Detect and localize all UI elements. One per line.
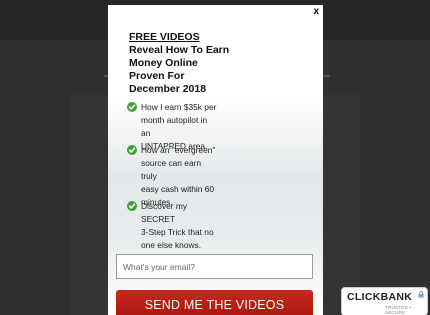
check-icon — [127, 201, 137, 211]
headline-line: Proven For — [129, 70, 185, 82]
headline-line: Reveal How To Earn — [129, 44, 230, 56]
check-icon — [127, 102, 137, 112]
badge-brand: CLICKBANK — [347, 291, 413, 303]
benefit-line: 3-Step Trick that no — [141, 227, 214, 237]
benefit-line: month autopilot in an — [141, 115, 208, 138]
benefit-item: Discover my SECRET 3-Step Trick that no … — [127, 200, 218, 252]
send-videos-button[interactable]: SEND ME THE VIDEOS — [116, 290, 313, 315]
benefit-line: How I earn $35k per — [141, 102, 217, 112]
headline-highlight: FREE VIDEOS — [129, 31, 200, 43]
benefit-line: Discover my SECRET — [141, 201, 188, 224]
lock-icon — [418, 291, 424, 298]
benefit-line: easy cash within 60 — [141, 184, 215, 194]
benefit-line: source can earn truly — [141, 158, 202, 181]
badge-tagline: TRUSTED • SECURE — [385, 305, 412, 315]
clickbank-badge[interactable]: CLICKBANK TRUSTED • SECURE — [342, 288, 427, 315]
headline-line: December 2018 — [129, 83, 207, 95]
close-icon[interactable]: x — [313, 6, 319, 17]
benefit-line: one else knows. — [141, 240, 202, 250]
email-field[interactable] — [116, 254, 313, 279]
optin-modal: x FREE VIDEOS Reveal How To Earn Money O… — [108, 5, 323, 315]
headline: FREE VIDEOS Reveal How To Earn Money Onl… — [129, 31, 319, 96]
benefit-line: How an "evergreen" — [141, 145, 216, 155]
check-icon — [127, 145, 137, 155]
headline-line: Money Online — [129, 57, 198, 69]
